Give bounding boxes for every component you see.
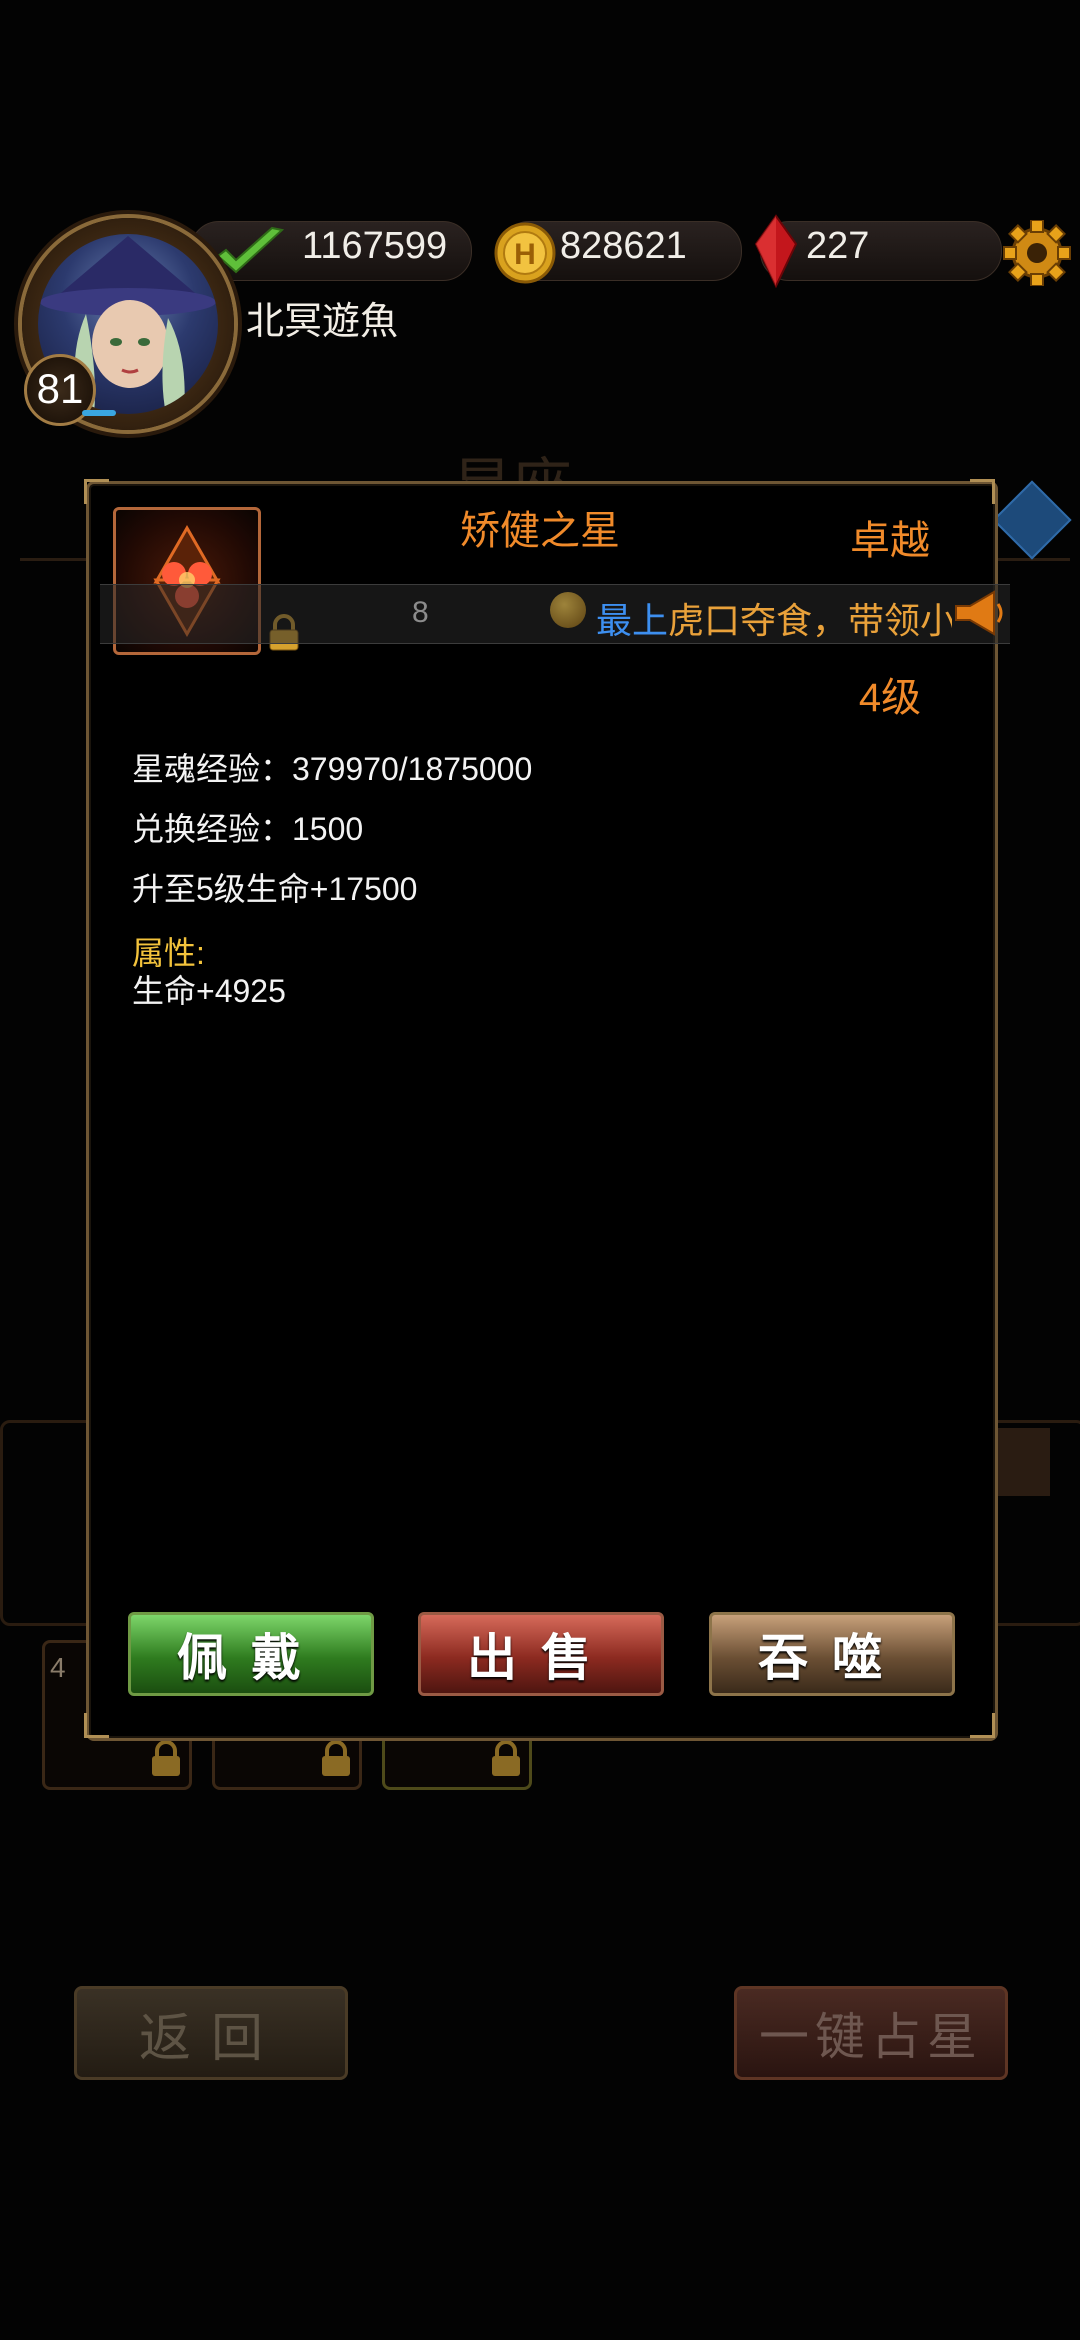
lock-icon — [152, 1740, 180, 1776]
broadcast-highlight: 最上 — [596, 600, 669, 641]
stamina-value: 1167599 — [302, 225, 448, 267]
settings-gear-icon[interactable] — [1000, 220, 1074, 286]
red-gem-icon — [754, 214, 798, 288]
broadcast-message: 虎口夺食，带领小 — [668, 600, 952, 641]
stamina-icon — [216, 226, 285, 274]
equip-button[interactable]: 佩戴 — [128, 1612, 374, 1696]
dialog-corner-ornament — [84, 479, 109, 504]
player-name: 北冥遊魚 — [246, 301, 399, 343]
broadcast-coin-icon — [550, 592, 586, 628]
lock-icon — [322, 1740, 350, 1776]
gold-value: 828621 — [560, 225, 687, 267]
item-quality: 卓越 — [850, 519, 930, 563]
dialog-corner-ornament — [970, 1713, 995, 1738]
devour-button[interactable]: 吞噬 — [709, 1612, 955, 1696]
star-soul-exp: 星魂经验：379970/1875000 — [132, 751, 533, 787]
background-info-icon[interactable] — [992, 480, 1072, 560]
lock-icon — [492, 1740, 520, 1776]
sell-button[interactable]: 出售 — [418, 1612, 664, 1696]
svg-text:H: H — [514, 238, 536, 271]
attribute-value: 生命+4925 — [132, 973, 286, 1009]
exp-arc — [82, 410, 116, 416]
back-button[interactable]: 返回 — [74, 1986, 348, 2080]
dialog-corner-ornament — [970, 479, 995, 504]
exchange-exp: 兑换经验：1500 — [132, 811, 364, 847]
broadcast-count: 8 — [412, 596, 429, 629]
broadcast-text: 最上虎口夺食，带领小 — [596, 592, 952, 644]
gems-value: 227 — [806, 225, 870, 267]
item-level: 4级 — [858, 676, 922, 720]
one-click-astrology-button[interactable]: 一键占星 — [734, 1986, 1008, 2080]
gold-coin-icon: H — [494, 222, 556, 284]
upgrade-info: 升至5级生命+17500 — [132, 871, 418, 907]
background-slot-count: 4 — [50, 1652, 66, 1683]
item-title: 矫健之星 — [460, 509, 620, 553]
dialog-corner-ornament — [84, 1713, 109, 1738]
megaphone-icon[interactable] — [952, 588, 1006, 638]
